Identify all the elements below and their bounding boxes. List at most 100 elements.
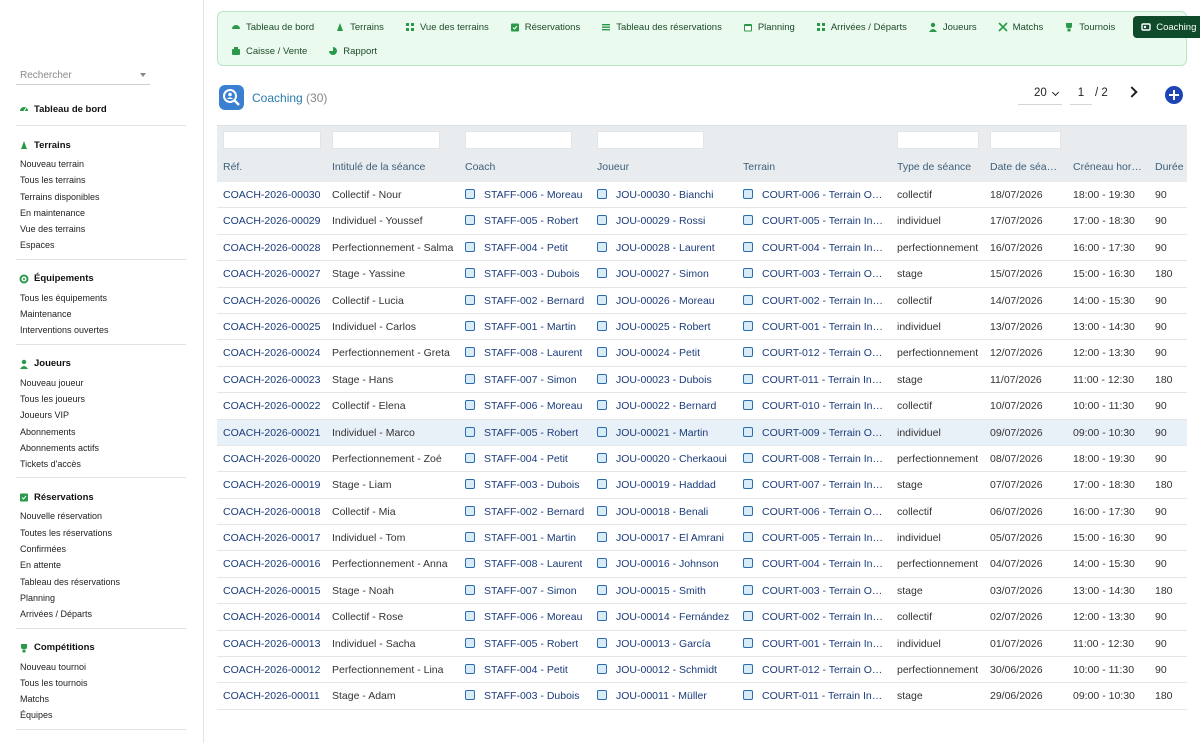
table-row[interactable]: COACH-2026-00019 Stage - Liam STAFF-003 - … [217,472,1187,499]
cell-court[interactable]: COURT-002 - Terrain In… [743,611,885,623]
sidebar-item[interactable]: Terrains disponibles [16,189,186,205]
cell-ref[interactable]: COACH-2026-00017 [223,532,320,544]
sidebar-item[interactable]: En maintenance [16,205,186,221]
cell-coach[interactable]: STAFF-007 - Simon [465,584,577,597]
cell-court[interactable]: COURT-001 - Terrain In… [743,637,885,650]
sidebar-item[interactable]: Équipes [16,707,186,723]
sidebar-item[interactable]: Abonnements actifs [16,440,186,456]
sidebar-item[interactable]: Tous les terrains [16,172,186,188]
cell-ref[interactable]: COACH-2026-00018 [223,506,320,518]
sidebar-item[interactable]: Toutes les réservations [16,525,186,541]
cell-player[interactable]: JOU-00011 - Müller [597,690,707,702]
cell-court[interactable]: COURT-006 - Terrain O… [743,189,885,201]
nav-tab-cash[interactable]: Caisse / Vente [228,40,315,62]
column-header[interactable]: Réf. [223,161,242,173]
cell-ref[interactable]: COACH-2026-00023 [223,374,320,386]
table-row[interactable]: COACH-2026-00022 Collectif - Elena STAFF-0… [217,393,1187,420]
cell-player[interactable]: JOU-00028 - Laurent [597,241,715,254]
nav-tab-coaching[interactable]: Coaching [1133,16,1200,38]
cell-court[interactable]: COURT-007 - Terrain In… [743,479,885,491]
table-row[interactable]: COACH-2026-00014 Collectif - Rose STAFF-00… [217,604,1187,631]
cell-player[interactable]: JOU-00021 - Martin [597,426,708,439]
cell-player[interactable]: JOU-00027 - Simon [597,268,709,280]
table-row[interactable]: COACH-2026-00026 Collectif - Lucia STAFF-0… [217,288,1187,314]
current-page-input[interactable]: 1 [1070,87,1092,105]
cell-court[interactable]: COURT-011 - Terrain In… [743,690,885,702]
column-header[interactable]: Terrain [743,161,775,173]
sidebar-item-dashboard[interactable]: Tableau de bord [16,98,186,120]
page-size-select[interactable]: 20 [1018,87,1062,105]
cell-court[interactable]: COURT-005 - Terrain In… [743,215,885,227]
sidebar-item[interactable]: Confirmées [16,541,186,557]
nav-tab-report[interactable]: Rapport [325,40,385,62]
cell-player[interactable]: JOU-00022 - Bernard [597,400,716,412]
cell-ref[interactable]: COACH-2026-00026 [223,295,320,307]
table-row[interactable]: COACH-2026-00020 Perfectionnement - Zoé ST… [217,446,1187,473]
sidebar-item[interactable]: Interventions ouvertes [16,322,186,338]
nav-tab-arrivals[interactable]: Arrivées / Départs [813,16,915,38]
cell-coach[interactable]: STAFF-002 - Bernard [465,505,584,518]
cell-player[interactable]: JOU-00014 - Fernández [597,611,729,623]
sidebar-item[interactable]: Tous les équipements [16,290,186,306]
sidebar-item[interactable]: Tickets d'accès [16,456,186,472]
cell-player[interactable]: JOU-00012 - Schmidt [597,664,717,676]
cell-coach[interactable]: STAFF-006 - Moreau [465,189,582,201]
sidebar-section-trophy[interactable]: Compétitions [16,637,186,659]
sidebar-item[interactable]: Planning [16,590,186,606]
cell-ref[interactable]: COACH-2026-00013 [223,638,320,650]
cell-player[interactable]: JOU-00030 - Bianchi [597,189,713,201]
cell-ref[interactable]: COACH-2026-00027 [223,268,320,280]
sidebar-section-terrain[interactable]: Terrains [16,134,186,156]
sidebar-item[interactable]: Arrivées / Départs [16,606,186,622]
cell-coach[interactable]: STAFF-006 - Moreau [465,400,582,412]
cell-player[interactable]: JOU-00013 - García [597,637,711,650]
column-filter-input[interactable] [465,131,572,149]
nav-tab-match[interactable]: Matchs [995,16,1052,38]
nav-tab-dashboard[interactable]: Tableau de bord [228,16,322,38]
cell-player[interactable]: JOU-00017 - El Amrani [597,532,724,544]
cell-coach[interactable]: STAFF-006 - Moreau [465,611,582,623]
nav-tab-grid[interactable]: Vue des terrains [402,16,497,38]
cell-court[interactable]: COURT-009 - Terrain O… [743,426,885,439]
cell-player[interactable]: JOU-00020 - Cherkaoui [597,452,727,465]
cell-court[interactable]: COURT-011 - Terrain In… [743,373,885,386]
column-filter-input[interactable] [223,131,321,149]
sidebar-section-coaching[interactable]: Coaching [16,738,186,743]
nav-tab-list[interactable]: Tableau des réservations [598,16,730,38]
column-header[interactable]: Date de séa… [990,161,1060,173]
cell-court[interactable]: COURT-010 - Terrain In… [743,400,885,412]
table-row[interactable]: COACH-2026-00024 Perfectionnement - Greta… [217,340,1187,367]
table-row[interactable]: COACH-2026-00029 Individuel - Youssef STAF… [217,208,1187,235]
sidebar-item[interactable]: Nouveau terrain [16,156,186,172]
cell-ref[interactable]: COACH-2026-00020 [223,453,320,465]
table-row[interactable]: COACH-2026-00018 Collectif - Mia STAFF-002… [217,499,1187,526]
cell-court[interactable]: COURT-001 - Terrain In… [743,320,885,333]
nav-tab-trophy[interactable]: Tournois [1061,16,1123,38]
cell-coach[interactable]: STAFF-005 - Robert [465,637,578,650]
column-header[interactable]: Joueur [597,161,629,173]
column-header[interactable]: Durée [1155,161,1184,173]
cell-coach[interactable]: STAFF-001 - Martin [465,320,576,333]
cell-coach[interactable]: STAFF-003 - Dubois [465,268,580,280]
search-input[interactable]: Rechercher [16,66,150,85]
cell-player[interactable]: JOU-00024 - Petit [597,347,700,359]
sidebar-item[interactable]: Nouveau tournoi [16,659,186,675]
cell-ref[interactable]: COACH-2026-00019 [223,479,320,491]
cell-coach[interactable]: STAFF-003 - Dubois [465,690,580,702]
cell-coach[interactable]: STAFF-004 - Petit [465,664,568,676]
table-row[interactable]: COACH-2026-00015 Stage - Noah STAFF-007 - … [217,578,1187,605]
sidebar-item[interactable]: Tous les tournois [16,675,186,691]
nav-tab-reservation[interactable]: Réservations [507,16,588,38]
cell-ref[interactable]: COACH-2026-00015 [223,585,320,597]
cell-coach[interactable]: STAFF-007 - Simon [465,373,577,386]
column-filter-input[interactable] [897,131,979,149]
sidebar-item[interactable]: Nouveau joueur [16,375,186,391]
sidebar-item[interactable]: Tous les joueurs [16,391,186,407]
nav-tab-calendar[interactable]: Planning [740,16,803,38]
column-filter-input[interactable] [332,131,440,149]
table-row[interactable]: COACH-2026-00025 Individuel - Carlos STAFF… [217,314,1187,341]
column-header[interactable]: Créneau hor… [1073,161,1145,173]
table-row[interactable]: COACH-2026-00027 Stage - Yassine STAFF-003… [217,261,1187,288]
cell-coach[interactable]: STAFF-003 - Dubois [465,479,580,491]
cell-player[interactable]: JOU-00029 - Rossi [597,215,705,227]
